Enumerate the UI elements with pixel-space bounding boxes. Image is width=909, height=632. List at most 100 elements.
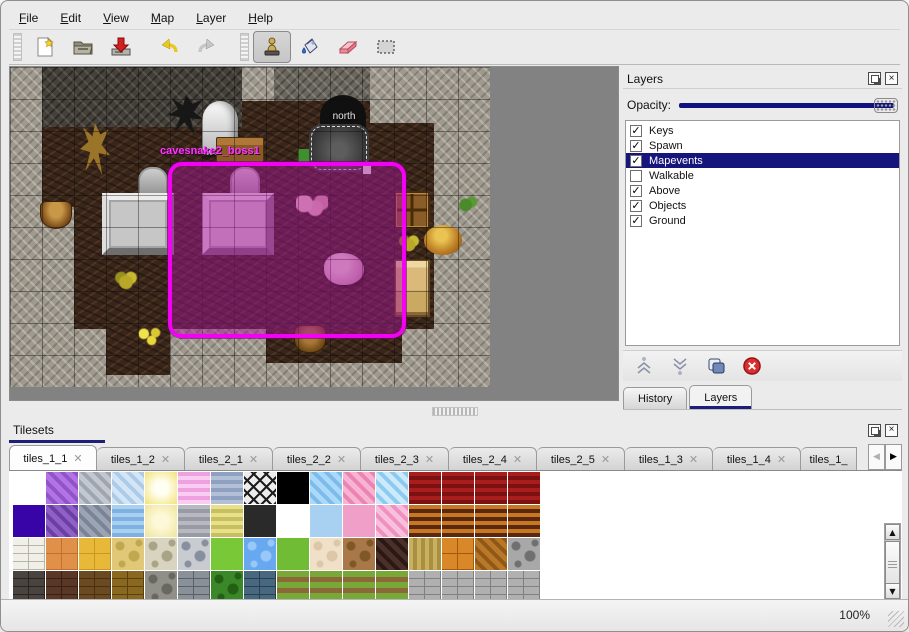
opacity-slider[interactable] xyxy=(679,97,898,113)
tile-r1-c8[interactable] xyxy=(277,505,310,538)
selection-rectangle[interactable] xyxy=(168,162,406,338)
layer-checkbox[interactable] xyxy=(630,170,642,182)
tile-r2-c7[interactable] xyxy=(244,538,277,571)
tileset-tab-tiles_1_[interactable]: tiles_1_ xyxy=(801,447,857,471)
tileset-tab-tiles_2_3[interactable]: tiles_2_3✕ xyxy=(361,447,449,471)
tile-r1-c10[interactable] xyxy=(343,505,376,538)
map-object-slab[interactable] xyxy=(102,193,174,255)
tileset-tab-tiles_2_5[interactable]: tiles_2_5✕ xyxy=(537,447,625,471)
layer-row-walkable[interactable]: Walkable xyxy=(626,168,899,183)
tile-r3-c12[interactable] xyxy=(409,571,442,601)
tile-r2-c6[interactable] xyxy=(211,538,244,571)
tile-r1-c0[interactable] xyxy=(13,505,46,538)
menu-item-map[interactable]: Map xyxy=(151,11,174,25)
tile-r1-c12[interactable] xyxy=(409,505,442,538)
tile-r2-c8[interactable] xyxy=(277,538,310,571)
tile-r1-c2[interactable] xyxy=(79,505,112,538)
tileset-tab-tiles_2_2[interactable]: tiles_2_2✕ xyxy=(273,447,361,471)
tile-r2-c2[interactable] xyxy=(79,538,112,571)
menu-item-edit[interactable]: Edit xyxy=(60,11,81,25)
opacity-slider-handle[interactable] xyxy=(874,98,898,113)
save-button[interactable] xyxy=(102,31,140,63)
tile-r1-c6[interactable] xyxy=(211,505,244,538)
tile-r0-c13[interactable] xyxy=(442,472,475,505)
tile-r3-c1[interactable] xyxy=(46,571,79,601)
toolbar-grip-2[interactable] xyxy=(240,33,249,61)
tile-r2-c12[interactable] xyxy=(409,538,442,571)
menu-item-help[interactable]: Help xyxy=(248,11,273,25)
float-tilesets-button[interactable] xyxy=(868,424,881,437)
map-object-bowl[interactable] xyxy=(40,201,72,229)
tile-r0-c12[interactable] xyxy=(409,472,442,505)
layers-dock-titlebar[interactable]: Layers × xyxy=(623,69,902,89)
scroll-down-button[interactable]: ▼ xyxy=(885,583,900,599)
tab-close-icon[interactable]: ✕ xyxy=(425,453,434,466)
redo-button[interactable] xyxy=(188,31,226,63)
tile-r0-c8[interactable] xyxy=(277,472,310,505)
tile-r0-c15[interactable] xyxy=(508,472,541,505)
layer-row-objects[interactable]: ✓Objects xyxy=(626,198,899,213)
layer-checkbox[interactable]: ✓ xyxy=(630,215,642,227)
tab-close-icon[interactable]: ✕ xyxy=(513,453,522,466)
map-object-grass2[interactable] xyxy=(456,193,480,213)
layer-row-ground[interactable]: ✓Ground xyxy=(626,213,899,228)
tab-close-icon[interactable]: ✕ xyxy=(161,453,170,466)
tile-r0-c0[interactable] xyxy=(13,472,46,505)
tile-r1-c13[interactable] xyxy=(442,505,475,538)
close-dock-button[interactable]: × xyxy=(885,72,898,85)
layer-row-keys[interactable]: ✓Keys xyxy=(626,123,899,138)
tile-r2-c10[interactable] xyxy=(343,538,376,571)
delete-layer-button[interactable] xyxy=(741,355,763,377)
float-dock-button[interactable] xyxy=(868,72,881,85)
tile-r2-c0[interactable] xyxy=(13,538,46,571)
tile-r0-c4[interactable] xyxy=(145,472,178,505)
scroll-up-button[interactable]: ▲ xyxy=(885,524,900,540)
tileset-tab-tiles_1_4[interactable]: tiles_1_4✕ xyxy=(713,447,801,471)
layer-checkbox[interactable]: ✓ xyxy=(630,155,642,167)
tile-r2-c13[interactable] xyxy=(442,538,475,571)
layer-checkbox[interactable]: ✓ xyxy=(630,125,642,137)
menu-item-view[interactable]: View xyxy=(103,11,129,25)
map-canvas[interactable]: northcavesnake2_boss1 xyxy=(10,67,490,387)
duplicate-layer-button[interactable] xyxy=(705,355,727,377)
resize-grip[interactable] xyxy=(888,611,904,627)
tileset-tab-tiles_2_4[interactable]: tiles_2_4✕ xyxy=(449,447,537,471)
layer-checkbox[interactable]: ✓ xyxy=(630,140,642,152)
tile-r3-c10[interactable] xyxy=(343,571,376,601)
tab-close-icon[interactable]: ✕ xyxy=(689,453,698,466)
tile-r2-c9[interactable] xyxy=(310,538,343,571)
tile-r2-c14[interactable] xyxy=(475,538,508,571)
tile-r3-c4[interactable] xyxy=(145,571,178,601)
tile-r3-c13[interactable] xyxy=(442,571,475,601)
select-tool-button[interactable] xyxy=(367,31,405,63)
tilesets-titlebar[interactable]: Tilesets × xyxy=(9,419,902,441)
tile-r3-c9[interactable] xyxy=(310,571,343,601)
tab-close-icon[interactable]: ✕ xyxy=(337,453,346,466)
tab-close-icon[interactable]: ✕ xyxy=(601,453,610,466)
tileset-tab-tiles_2_1[interactable]: tiles_2_1✕ xyxy=(185,447,273,471)
tile-r3-c3[interactable] xyxy=(112,571,145,601)
tile-r1-c1[interactable] xyxy=(46,505,79,538)
tileset-tab-tiles_1_3[interactable]: tiles_1_3✕ xyxy=(625,447,713,471)
tile-r0-c1[interactable] xyxy=(46,472,79,505)
tile-r3-c11[interactable] xyxy=(376,571,409,601)
tile-r0-c9[interactable] xyxy=(310,472,343,505)
map-object-pot[interactable] xyxy=(424,225,462,255)
tab-scroll-left[interactable]: ◀ xyxy=(868,444,885,470)
tile-r3-c5[interactable] xyxy=(178,571,211,601)
tile-r2-c1[interactable] xyxy=(46,538,79,571)
tile-r1-c15[interactable] xyxy=(508,505,541,538)
tile-r1-c9[interactable] xyxy=(310,505,343,538)
open-button[interactable] xyxy=(64,31,102,63)
tile-r0-c5[interactable] xyxy=(178,472,211,505)
tile-r0-c7[interactable] xyxy=(244,472,277,505)
close-tilesets-button[interactable]: × xyxy=(885,424,898,437)
tile-r3-c2[interactable] xyxy=(79,571,112,601)
tile-r3-c14[interactable] xyxy=(475,571,508,601)
opacity-slider-track[interactable] xyxy=(679,103,894,108)
tile-r1-c3[interactable] xyxy=(112,505,145,538)
tab-close-icon[interactable]: ✕ xyxy=(249,453,258,466)
tileset-tab-tiles_1_2[interactable]: tiles_1_2✕ xyxy=(97,447,185,471)
scroll-thumb[interactable] xyxy=(885,541,900,587)
tile-r0-c10[interactable] xyxy=(343,472,376,505)
